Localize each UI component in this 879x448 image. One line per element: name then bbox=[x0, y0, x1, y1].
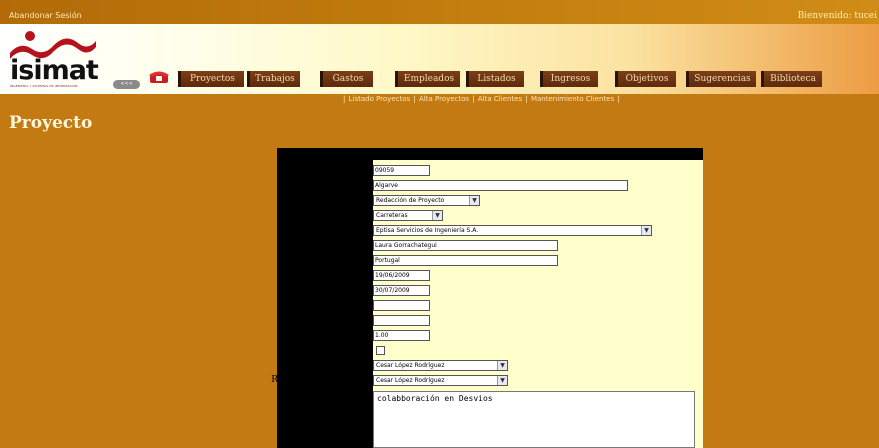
responsable-value: Cesar López Rodríguez bbox=[376, 377, 445, 384]
chevron-down-icon: ▼ bbox=[641, 226, 651, 235]
contacto-label: Contacto bbox=[330, 240, 372, 250]
nav-objetivos[interactable]: Objetivos bbox=[615, 71, 676, 87]
tipo-proyecto-value: Redacción de Proyecto bbox=[376, 197, 445, 204]
codigo-label: Código bbox=[339, 165, 372, 175]
nav-biblioteca[interactable]: Biblioteca bbox=[761, 71, 822, 87]
logout-link[interactable]: Abandonar Sesión bbox=[9, 11, 82, 20]
descripcion-label: Descripción bbox=[317, 393, 372, 403]
organismo-select[interactable]: Eptisa Servicios de Ingeniería S.A. ▼ bbox=[373, 225, 652, 236]
fecha-fin-input[interactable] bbox=[373, 300, 430, 311]
isimat-logo: isimat INGENIERÍA Y SISTEMAS DE INFORMAC… bbox=[8, 27, 99, 90]
logo-brand: isimat bbox=[10, 55, 99, 86]
fecha-aprobacion-input[interactable] bbox=[373, 315, 430, 326]
organismo-value: Eptisa Servicios de Ingeniería S.A. bbox=[376, 227, 479, 234]
sub-nav: | Listado Proyectos | Alta Proyectos | A… bbox=[343, 95, 620, 103]
ubicacion-label: Ubicación bbox=[326, 255, 372, 265]
director-value: Cesar López Rodríguez bbox=[376, 362, 445, 369]
nav-trabajos[interactable]: Trabajos bbox=[247, 71, 300, 87]
fecha-aprobacion-label: Fecha Aprobación bbox=[289, 315, 372, 325]
salida-web-checkbox[interactable] bbox=[376, 346, 385, 355]
fecha-fin-prevista-input[interactable]: 30/07/2009 bbox=[373, 285, 430, 296]
fecha-inicio-input[interactable]: 19/06/2009 bbox=[373, 270, 430, 281]
codigo-input[interactable]: 09059 bbox=[373, 165, 430, 176]
chevron-down-icon: ▼ bbox=[497, 361, 507, 370]
subnav-alta-proyectos[interactable]: Alta Proyectos bbox=[419, 95, 469, 103]
form-header-strip bbox=[373, 148, 703, 160]
tipo-trabajo-label: Tipo Trabajo bbox=[314, 210, 372, 220]
tipo-proyecto-select[interactable]: Redacción de Proyecto ▼ bbox=[373, 195, 480, 206]
nav-gastos[interactable]: Gastos bbox=[320, 71, 373, 87]
logo-tagline: INGENIERÍA Y SISTEMAS DE INFORMACIÓN bbox=[10, 84, 78, 88]
contacto-input[interactable]: Laura Gorrachategui bbox=[373, 240, 558, 251]
nav-proyectos[interactable]: Proyectos bbox=[178, 71, 244, 87]
director-label: Director Proyecto bbox=[290, 360, 372, 370]
descripcion-textarea[interactable]: colabboración en Desvios bbox=[373, 391, 695, 448]
phone-icon[interactable] bbox=[148, 70, 170, 84]
nav-empleados[interactable]: Empleados bbox=[395, 71, 460, 87]
nav-ingresos[interactable]: Ingresos bbox=[540, 71, 598, 87]
tipo-proyecto-label: Tipo Proyecto bbox=[308, 195, 372, 205]
subnav-mantenimiento-clientes[interactable]: Mantenimiento Clientes bbox=[531, 95, 614, 103]
ubicacion-input[interactable]: Portugal bbox=[373, 255, 558, 266]
fecha-fin-label: Fecha Fin bbox=[326, 300, 372, 310]
top-bar: Abandonar Sesión Bienvenido: tucei bbox=[0, 0, 879, 24]
chevron-down-icon: ▼ bbox=[497, 376, 507, 385]
fecha-fin-prevista-label: Fecha Fin Prevista bbox=[286, 285, 372, 295]
organismo-label: Organismo bbox=[321, 225, 372, 235]
main-nav: Proyectos Trabajos Gastos Empleados List… bbox=[178, 71, 830, 88]
responsable-select[interactable]: Cesar López Rodríguez ▼ bbox=[373, 375, 508, 386]
presupuesto-obra-input[interactable]: 1.00 bbox=[373, 330, 430, 341]
director-select[interactable]: Cesar López Rodríguez ▼ bbox=[373, 360, 508, 371]
chevron-down-icon: ▼ bbox=[469, 196, 479, 205]
fecha-inicio-label: Fecha Inicio bbox=[316, 270, 372, 280]
welcome-text: Bienvenido: tucei bbox=[797, 11, 877, 21]
nombre-input[interactable]: Algarve bbox=[373, 180, 628, 191]
responsable-label: Responsable Proyecto bbox=[271, 375, 372, 385]
chevron-down-icon: ▼ bbox=[432, 211, 442, 220]
subnav-listado-proyectos[interactable]: Listado Proyectos bbox=[349, 95, 411, 103]
subnav-alta-clientes[interactable]: Alta Clientes bbox=[478, 95, 522, 103]
tipo-trabajo-select[interactable]: Carreteras ▼ bbox=[373, 210, 443, 221]
back-button[interactable]: <<< bbox=[113, 80, 140, 89]
nav-listados[interactable]: Listados bbox=[466, 71, 524, 87]
salida-web-label: Salida en Web? bbox=[302, 345, 372, 355]
nombre-label: Nombre bbox=[334, 180, 372, 190]
tipo-trabajo-value: Carreteras bbox=[376, 212, 408, 219]
nav-sugerencias[interactable]: Sugerencias bbox=[686, 71, 756, 87]
page-title: Proyecto bbox=[9, 113, 93, 133]
presupuesto-obra-label: Presupuesto Obra bbox=[289, 330, 372, 340]
